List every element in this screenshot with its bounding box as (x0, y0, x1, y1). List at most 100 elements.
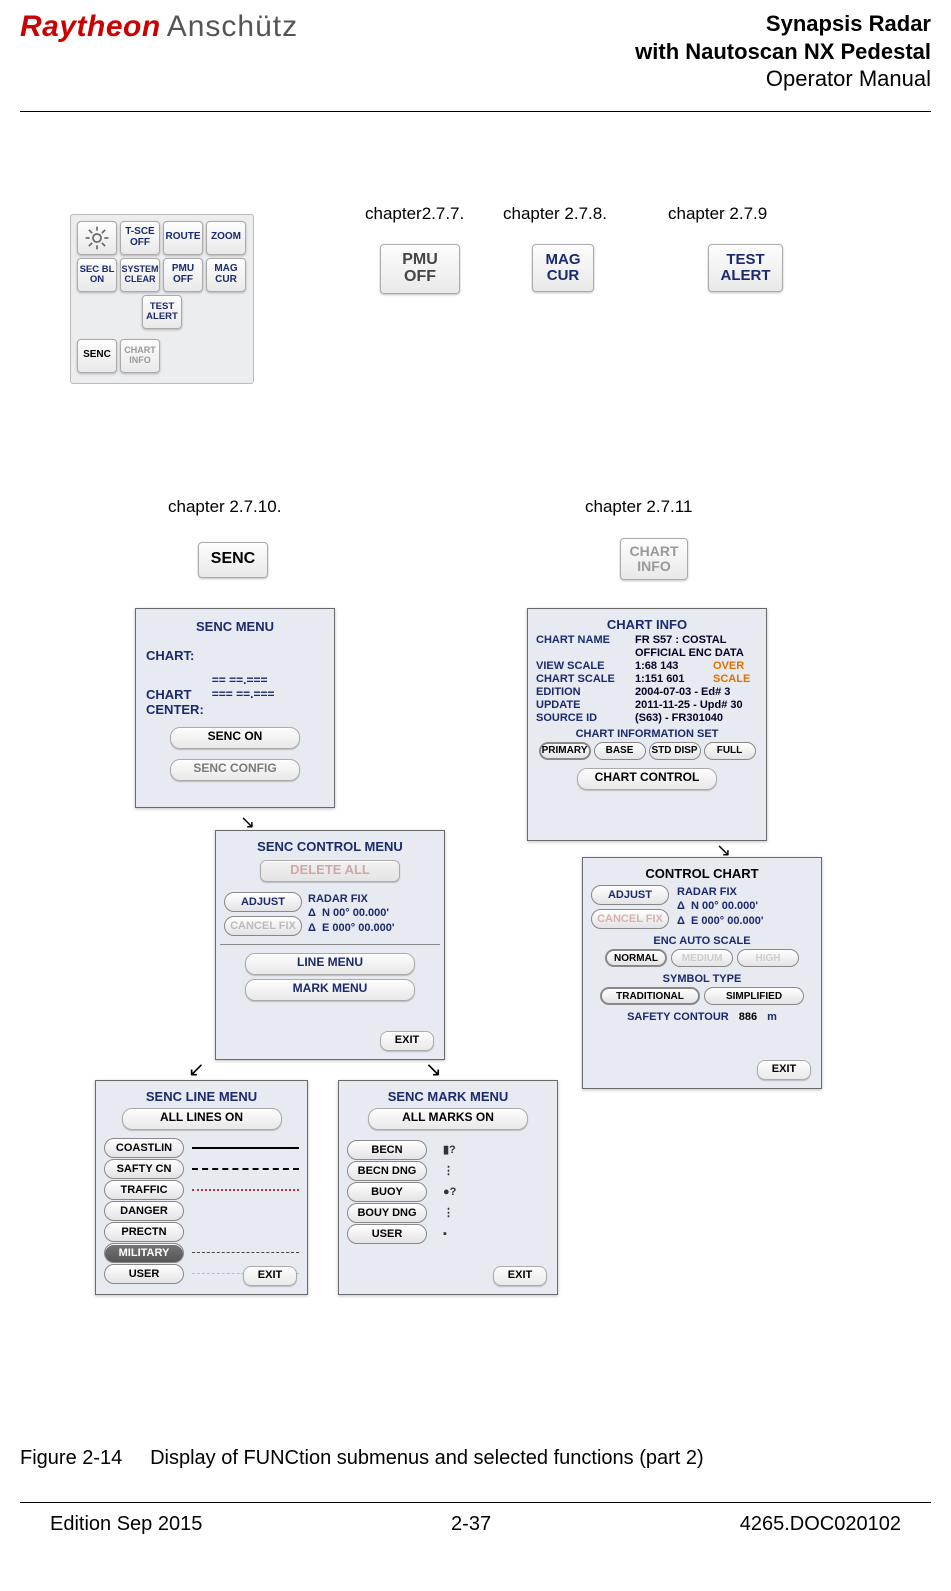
traffic-button[interactable]: TRAFFIC (104, 1180, 184, 1200)
chart-info-panel: CHART INFO CHART NAME FR S57 : COSTAL OF… (527, 608, 767, 841)
delta-icon: Δ (308, 922, 316, 934)
edition-label: EDITION (536, 686, 631, 698)
system-clear-button[interactable]: SYSTEM CLEAR (120, 258, 160, 292)
pmu-off-button-small[interactable]: PMU OFF (163, 258, 203, 292)
chart-name-value: FR S57 : COSTAL (635, 634, 758, 646)
route-button[interactable]: ROUTE (163, 221, 203, 255)
source-id-value: (S63) - FR301040 (635, 712, 758, 724)
symbol-type-label: SYMBOL TYPE (591, 973, 813, 985)
figure-caption: Figure 2-14 Display of FUNCtion submenus… (20, 1447, 704, 1470)
all-marks-on-button[interactable]: ALL MARKS ON (368, 1108, 528, 1130)
senc-center-label: CHART CENTER: (146, 687, 204, 717)
tsce-off-button[interactable]: T-SCE OFF (120, 221, 160, 255)
full-seg-button[interactable]: FULL (704, 742, 756, 760)
footer-edition: Edition Sep 2015 (50, 1513, 202, 1536)
senc-button-small[interactable]: SENC (77, 339, 117, 373)
senc-chart-label: CHART: (146, 648, 324, 663)
page-footer: Edition Sep 2015 2-37 4265.DOC020102 (20, 1502, 931, 1536)
mark-symbol: ▪ (443, 1228, 447, 1240)
senc-config-button[interactable]: SENC CONFIG (170, 759, 300, 781)
cancel-fix-button[interactable]: CANCEL FIX (591, 909, 669, 929)
all-lines-on-button[interactable]: ALL LINES ON (122, 1108, 282, 1130)
base-seg-button[interactable]: BASE (594, 742, 646, 760)
high-seg-button[interactable]: HIGH (737, 949, 799, 967)
mark-symbol: ⋮ (443, 1164, 454, 1177)
normal-seg-button[interactable]: NORMAL (605, 949, 667, 967)
chart-info-set-label: CHART INFORMATION SET (536, 728, 758, 740)
buoy-button[interactable]: BUOY (347, 1182, 427, 1202)
chapter-label-2-7-7: chapter2.7.7. (365, 204, 464, 224)
update-label: UPDATE (536, 699, 631, 711)
chart-info-title: CHART INFO (536, 613, 758, 632)
over-scale-label-1: OVER (713, 660, 758, 672)
senc-on-button[interactable]: SENC ON (170, 727, 300, 749)
brightness-button[interactable] (77, 221, 117, 255)
logo-group: Raytheon Anschütz (20, 10, 298, 44)
view-scale-label: VIEW SCALE (536, 660, 631, 672)
chapter-label-2-7-10: chapter 2.7.10. (168, 497, 281, 517)
chart-scale-label: CHART SCALE (536, 673, 631, 685)
simplified-seg-button[interactable]: SIMPLIFIED (704, 987, 804, 1005)
chapter-label-2-7-8: chapter 2.7.8. (503, 204, 607, 224)
figure-text: Display of FUNCtion submenus and selecte… (150, 1447, 704, 1469)
cancel-fix-button[interactable]: CANCEL FIX (224, 916, 302, 936)
std-disp-seg-button[interactable]: STD DISP (649, 742, 701, 760)
adjust-button[interactable]: ADJUST (591, 885, 669, 905)
exit-button[interactable]: EXIT (380, 1031, 434, 1051)
logo-anschutz: Anschütz (167, 10, 298, 44)
becn-button[interactable]: BECN (347, 1140, 427, 1160)
chart-control-button[interactable]: CHART CONTROL (577, 768, 717, 790)
chapter-label-2-7-9: chapter 2.7.9 (668, 204, 767, 224)
safety-contour-label: SAFETY CONTOUR (627, 1011, 729, 1023)
military-button[interactable]: MILITARY (104, 1243, 184, 1263)
primary-seg-button[interactable]: PRIMARY (539, 742, 591, 760)
control-chart-title: CONTROL CHART (591, 862, 813, 881)
senc-mark-menu-panel: SENC MARK MENU ALL MARKS ON BECN▮? BECN … (338, 1080, 558, 1295)
chart-info-button-small[interactable]: CHART INFO (120, 339, 160, 373)
delete-all-button[interactable]: DELETE ALL (260, 860, 400, 882)
senc-center-value-1: == ==.=== (212, 673, 275, 687)
senc-line-menu-panel: SENC LINE MENU ALL LINES ON COASTLIN SAF… (95, 1080, 308, 1295)
pmu-off-button[interactable]: PMU OFF (380, 244, 460, 294)
chart-name-value-2: OFFICIAL ENC DATA (635, 647, 758, 659)
lat-value: N 00° 00.000' (322, 907, 389, 919)
danger-button[interactable]: DANGER (104, 1201, 184, 1221)
title-line-2: with Nautoscan NX Pedestal (635, 39, 931, 64)
sec-bl-on-button[interactable]: SEC BL ON (77, 258, 117, 292)
line-menu-button[interactable]: LINE MENU (245, 953, 415, 975)
line-style-solid-icon (192, 1147, 299, 1149)
exit-button[interactable]: EXIT (243, 1266, 297, 1286)
bouy-dng-button[interactable]: BOUY DNG (347, 1203, 427, 1223)
lon-value: E 000° 00.000' (691, 915, 763, 927)
view-scale-value: 1:68 143 (635, 660, 709, 672)
test-alert-button-small[interactable]: TEST ALERT (142, 295, 182, 329)
mag-cur-button[interactable]: MAG CUR (532, 244, 594, 292)
senc-menu-panel: SENC MENU CHART: CHART CENTER: == ==.===… (135, 608, 335, 808)
test-alert-button[interactable]: TEST ALERT (708, 244, 783, 292)
arrow-icon: ↘ (425, 1057, 442, 1082)
delta-icon: Δ (677, 915, 685, 927)
prectn-button[interactable]: PRECTN (104, 1222, 184, 1242)
mark-symbol: ▮? (443, 1143, 456, 1156)
mag-cur-button-small[interactable]: MAG CUR (206, 258, 246, 292)
traditional-seg-button[interactable]: TRADITIONAL (600, 987, 700, 1005)
logo-raytheon: Raytheon (20, 10, 161, 44)
safety-contour-value: 886 (739, 1011, 757, 1023)
chart-info-button[interactable]: CHART INFO (620, 538, 688, 580)
safty-cn-button[interactable]: SAFTY CN (104, 1159, 184, 1179)
zoom-button[interactable]: ZOOM (206, 221, 246, 255)
mark-menu-button[interactable]: MARK MENU (245, 979, 415, 1001)
user-button[interactable]: USER (104, 1264, 184, 1284)
figure-content: chapter2.7.7. chapter 2.7.8. chapter 2.7… (20, 122, 931, 1492)
user-mark-button[interactable]: USER (347, 1224, 427, 1244)
exit-button[interactable]: EXIT (493, 1266, 547, 1286)
senc-control-menu-panel: SENC CONTROL MENU DELETE ALL ADJUST CANC… (215, 830, 445, 1060)
adjust-button[interactable]: ADJUST (224, 892, 302, 912)
exit-button[interactable]: EXIT (757, 1060, 811, 1080)
delta-icon: Δ (677, 900, 685, 912)
senc-button[interactable]: SENC (198, 542, 268, 578)
becn-dng-button[interactable]: BECN DNG (347, 1161, 427, 1181)
medium-seg-button[interactable]: MEDIUM (671, 949, 733, 967)
update-value: 2011-11-25 - Upd# 30 (635, 699, 758, 711)
coastlin-button[interactable]: COASTLIN (104, 1138, 184, 1158)
